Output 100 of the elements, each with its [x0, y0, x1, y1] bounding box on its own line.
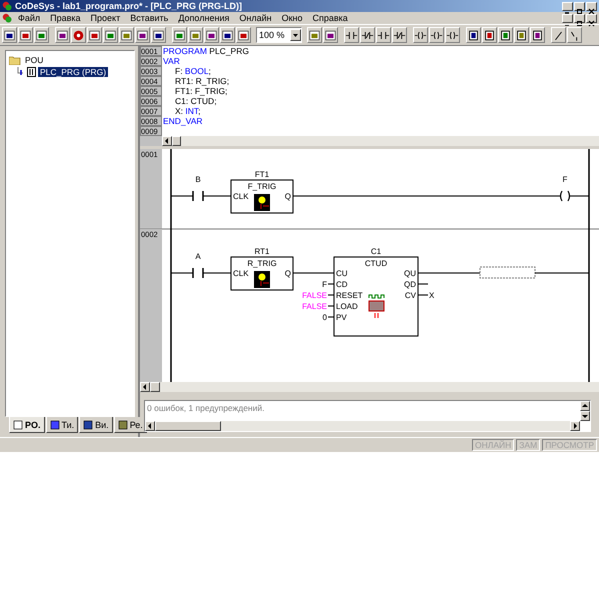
scrollbar-thumb[interactable] [155, 421, 221, 431]
negated-contact-button[interactable] [360, 27, 375, 43]
tab-icon [50, 420, 60, 430]
code-line: VAR [162, 56, 180, 66]
menu-item[interactable]: Правка [46, 13, 85, 23]
coil-symbol[interactable] [560, 190, 570, 202]
ld-box-button[interactable] [307, 27, 322, 43]
scroll-left-button[interactable] [162, 136, 172, 146]
window-title: CoDeSys - lab1_program.pro* - [PLC_PRG (PRG-LD)] [15, 1, 244, 11]
tab-icon [118, 420, 128, 430]
paste-button[interactable] [204, 27, 219, 43]
tab-icon [83, 420, 94, 430]
menu-item[interactable]: Справка [308, 13, 352, 23]
output-pin-name: CV [404, 291, 416, 300]
tree-item[interactable]: PLC_PRG (PRG) [38, 67, 108, 77]
comment-button[interactable] [551, 27, 566, 43]
cut-button[interactable] [172, 27, 187, 43]
open-folder-button[interactable] [18, 27, 33, 43]
link-button[interactable] [87, 27, 102, 43]
find-next-button[interactable] [236, 27, 251, 43]
input-pin-name: CD [336, 280, 348, 289]
contact-variable: A [195, 252, 201, 261]
function-block[interactable] [334, 256, 418, 336]
panel-tab[interactable]: Ви. [79, 417, 113, 433]
output-value: X [429, 291, 434, 300]
find-button[interactable] [220, 27, 235, 43]
code-line: END_VAR [162, 116, 203, 126]
arrow-left-icon [142, 384, 148, 390]
copy-button[interactable] [188, 27, 203, 43]
panel-tab[interactable]: Ти. [46, 417, 78, 433]
scroll-left-button[interactable] [140, 382, 150, 392]
network-button[interactable] [466, 27, 481, 43]
login-button[interactable] [103, 27, 118, 43]
menu-item[interactable]: Проект [86, 13, 124, 23]
contact-symbol[interactable] [192, 268, 204, 278]
wire [170, 272, 194, 274]
input-pin-name: CU [336, 269, 348, 278]
reset-coil-button[interactable] [445, 27, 460, 43]
tree-item[interactable]: POU [23, 55, 46, 65]
input-pin-name: RESET [336, 291, 363, 300]
new-file-button[interactable] [2, 27, 17, 43]
code-line: C1: CTUD; [174, 96, 217, 106]
menu-item[interactable]: Вставить [126, 13, 172, 23]
code-line: RT1: R_TRIG; [174, 76, 230, 86]
block-button[interactable] [498, 27, 513, 43]
input-value: F [322, 280, 327, 289]
block-type-name: R_TRIG [247, 259, 277, 268]
app-icon [2, 1, 12, 11]
scroll-right-button[interactable] [570, 421, 580, 431]
block-instance-name: C1 [370, 247, 382, 256]
ld-box-input-button[interactable] [323, 27, 338, 43]
code-line: PROGRAM PLC_PRG [162, 46, 249, 56]
stop-icon [72, 28, 85, 42]
gear-button[interactable] [151, 27, 166, 43]
stop-button[interactable] [71, 27, 86, 43]
set-coil-button[interactable] [429, 27, 444, 43]
compile-button[interactable] [55, 27, 70, 43]
save-button[interactable] [34, 27, 49, 43]
scrollbar-thumb[interactable] [172, 136, 181, 146]
code-line: X: INT; [174, 106, 201, 116]
menu-item[interactable]: Окно [278, 13, 306, 23]
network-before-button[interactable] [482, 27, 497, 43]
parallel-negated-contact-button[interactable] [392, 27, 407, 43]
print-button[interactable] [119, 27, 134, 43]
scroll-down-button[interactable] [580, 411, 590, 421]
output-pin-name: QD [404, 280, 416, 289]
parallel-contact-button[interactable] [376, 27, 391, 43]
coil-variable: F [562, 175, 568, 184]
input-value: FALSE [302, 291, 327, 300]
program-icon [27, 67, 36, 77]
output-pin-name: Q [284, 192, 291, 201]
zoom-dropdown[interactable]: 100 % [256, 27, 302, 43]
scroll-left-button[interactable] [145, 421, 155, 431]
arrow-down-icon [582, 413, 588, 419]
jump-button[interactable] [567, 27, 582, 43]
lamp-icon [254, 194, 270, 211]
panel-tab[interactable]: Ре. [114, 417, 147, 433]
input-value: FALSE [302, 302, 327, 311]
arrow-up-icon [582, 403, 588, 409]
menu-item[interactable]: Файл [14, 13, 44, 23]
wire [418, 272, 480, 274]
input-pin-name: PV [336, 313, 347, 322]
empty-element-placeholder[interactable] [480, 266, 536, 278]
lamp-icon [254, 271, 270, 288]
code-line: FT1: F_TRIG; [174, 86, 228, 96]
menu-item[interactable]: Онлайн [235, 13, 276, 23]
tab-icon [13, 420, 23, 430]
scroll-up-button[interactable] [580, 401, 590, 411]
block-input-button[interactable] [514, 27, 529, 43]
panel-tab[interactable]: PO. [9, 417, 45, 433]
input-pin-name: CLK [233, 192, 249, 201]
message-text: 0 ошибок, 1 предупреждений. [146, 402, 266, 415]
menu-item[interactable]: Дополнения [174, 13, 234, 23]
contact-symbol[interactable] [192, 191, 204, 201]
contact-button[interactable] [344, 27, 359, 43]
input-pin-name: LOAD [336, 302, 358, 311]
scrollbar-thumb[interactable] [150, 382, 160, 392]
print-preview-button[interactable] [135, 27, 150, 43]
block-output-button[interactable] [530, 27, 545, 43]
coil-button[interactable] [413, 27, 428, 43]
